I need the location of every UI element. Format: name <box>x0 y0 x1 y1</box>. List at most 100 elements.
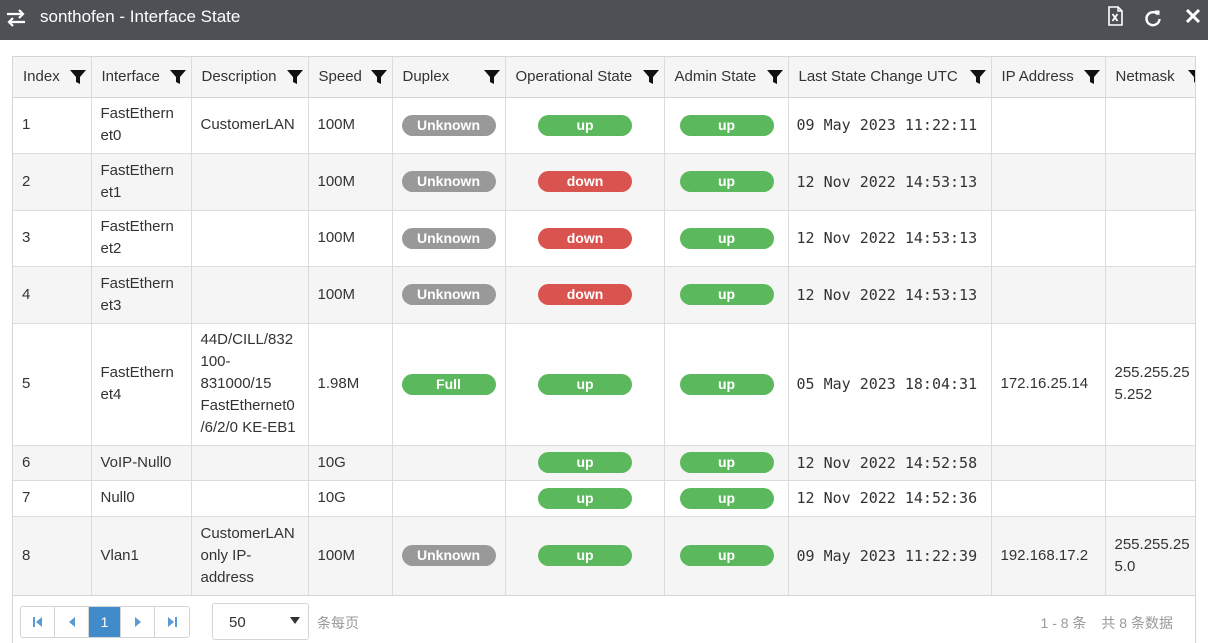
cell-text: et1 <box>100 183 122 201</box>
speed-cell: 10G <box>308 445 393 481</box>
filter-icon[interactable] <box>169 69 186 85</box>
cell-text: Vlan1 <box>100 546 139 564</box>
table-row[interactable]: 1 FastEthern et0 CustomerLAN 100M Unknown up up… <box>13 97 1195 154</box>
operational-state-badge: up <box>538 545 632 566</box>
table-row[interactable]: 4 FastEthern et3 100M Unknown down up 12 Nov 20… <box>13 266 1195 324</box>
cell-text: FastEthern <box>100 161 174 179</box>
interface-table: Index Interface Description Speed Duplex Oper… <box>13 57 1197 596</box>
duplex-badge: Unknown <box>401 171 496 192</box>
column-header[interactable]: Duplex <box>392 57 506 98</box>
filter-icon[interactable] <box>483 69 500 85</box>
column-header[interactable]: Netmask <box>1105 57 1197 98</box>
duplex-badge: Unknown <box>401 114 496 136</box>
table-row[interactable]: 5 FastEthern et4 44D/CILL/832 100- 831000/15 F… <box>13 323 1195 446</box>
column-header-label: Duplex <box>402 68 450 86</box>
description-cell <box>191 210 309 267</box>
operational-state-badge: up <box>538 487 632 509</box>
filter-icon[interactable] <box>69 69 86 85</box>
next-page-button[interactable] <box>121 607 155 637</box>
cell-text: 255.255.25 <box>1114 364 1190 381</box>
duplex-badge: Full <box>401 373 496 395</box>
column-header[interactable]: IP Address <box>991 57 1106 98</box>
pager: 1 50 条每页 1 - 8 条共 8 条数据 <box>13 595 1195 643</box>
interface-grid: Index Interface Description Speed Duplex Oper… <box>12 56 1196 643</box>
table-row[interactable]: 3 FastEthern et2 100M Unknown down up 12 Nov 20… <box>13 210 1195 267</box>
column-header[interactable]: Index <box>13 57 92 98</box>
column-header-label: Interface <box>101 68 160 86</box>
table-row[interactable]: 7 Null0 10G up up 12 Nov 2022 14:52:36 <box>13 480 1195 517</box>
operational-state-cell: down <box>505 153 665 211</box>
column-header[interactable]: Interface <box>91 57 192 98</box>
interface-cell: FastEthern et0 <box>91 97 192 154</box>
cell-text: FastEthern <box>100 105 174 122</box>
cell-text: 831000/15 <box>200 375 272 392</box>
admin-state-cell: up <box>664 445 789 481</box>
cell-text: CustomerLAN <box>200 524 295 542</box>
page-size-label: 条每页 <box>317 615 359 631</box>
header-row: Index Interface Description Speed Duplex Oper… <box>13 57 1197 98</box>
column-header[interactable]: Description <box>191 57 309 98</box>
speed-cell: 100M <box>308 210 393 267</box>
filter-icon[interactable] <box>1083 69 1100 85</box>
filter-icon[interactable] <box>766 69 783 85</box>
ip-address-cell: 192.168.17.2 <box>991 516 1106 596</box>
netmask-cell <box>1105 210 1195 267</box>
ip-address-cell <box>991 153 1106 211</box>
last-change-cell: 12 Nov 2022 14:53:13 <box>788 266 992 324</box>
duplex-badge: Unknown <box>401 545 496 566</box>
last-change-cell: 05 May 2023 18:04:31 <box>788 323 992 446</box>
operational-state-cell: up <box>505 97 665 154</box>
interface-cell: Null0 <box>91 480 192 517</box>
cell-text: FastEthernet0 <box>200 397 295 414</box>
cell-text: FastEthern <box>100 364 174 381</box>
index-cell: 7 <box>13 480 92 517</box>
refresh-icon[interactable] <box>1143 8 1163 28</box>
filter-icon[interactable] <box>370 69 387 85</box>
operational-state-badge: up <box>538 452 632 473</box>
description-cell <box>191 266 309 324</box>
duplex-cell: Full <box>392 323 506 446</box>
swap-arrows-icon[interactable] <box>5 7 27 29</box>
interface-cell: FastEthern et1 <box>91 153 192 211</box>
table-row[interactable]: 2 FastEthern et1 100M Unknown down up 12 Nov 20… <box>13 153 1195 211</box>
window-title: sonthofen - Interface State <box>40 7 241 26</box>
admin-state-cell: up <box>664 153 789 211</box>
operational-state-cell: up <box>505 445 665 481</box>
table-row[interactable]: 6 VoIP-Null0 10G up up 12 Nov 2022 14:52:58 <box>13 445 1195 481</box>
duplex-cell <box>392 445 506 481</box>
close-icon[interactable] <box>1183 6 1203 26</box>
admin-state-cell: up <box>664 516 789 596</box>
admin-state-badge: up <box>679 284 774 305</box>
column-header[interactable]: Admin State <box>664 57 789 98</box>
column-header-label: Speed <box>318 68 362 86</box>
index-cell: 6 <box>13 445 92 481</box>
page-size-select[interactable]: 50 <box>212 603 309 640</box>
table-row[interactable]: 8 Vlan1 CustomerLAN only IP-address 100M Unkn… <box>13 516 1195 596</box>
excel-export-icon[interactable] <box>1105 6 1125 26</box>
column-header[interactable]: Speed <box>308 57 393 98</box>
operational-state-badge: up <box>538 373 632 395</box>
cell-text: 5.252 <box>1114 386 1153 403</box>
page-1-button[interactable]: 1 <box>89 607 121 637</box>
filter-icon[interactable] <box>969 69 986 85</box>
filter-icon[interactable] <box>1187 69 1197 85</box>
filter-icon[interactable] <box>286 69 303 85</box>
column-header[interactable]: Last State Change UTC <box>788 57 992 98</box>
ip-address-cell <box>991 266 1106 324</box>
filter-icon[interactable] <box>642 69 659 85</box>
duplex-cell <box>392 480 506 517</box>
netmask-cell <box>1105 445 1195 481</box>
operational-state-badge: down <box>538 284 632 305</box>
cell-text: 5.0 <box>1114 557 1136 575</box>
operational-state-cell: down <box>505 210 665 267</box>
duplex-badge: Unknown <box>401 284 496 305</box>
first-page-button[interactable] <box>21 607 55 637</box>
prev-page-button[interactable] <box>55 607 89 637</box>
operational-state-badge: down <box>538 227 632 249</box>
interface-cell: FastEthern et3 <box>91 266 192 324</box>
index-cell: 2 <box>13 153 92 211</box>
last-page-button[interactable] <box>155 607 189 637</box>
last-change-cell: 12 Nov 2022 14:53:13 <box>788 210 992 267</box>
pager-total: 共 8 条数据 <box>1101 615 1173 631</box>
column-header[interactable]: Operational State <box>505 57 665 98</box>
